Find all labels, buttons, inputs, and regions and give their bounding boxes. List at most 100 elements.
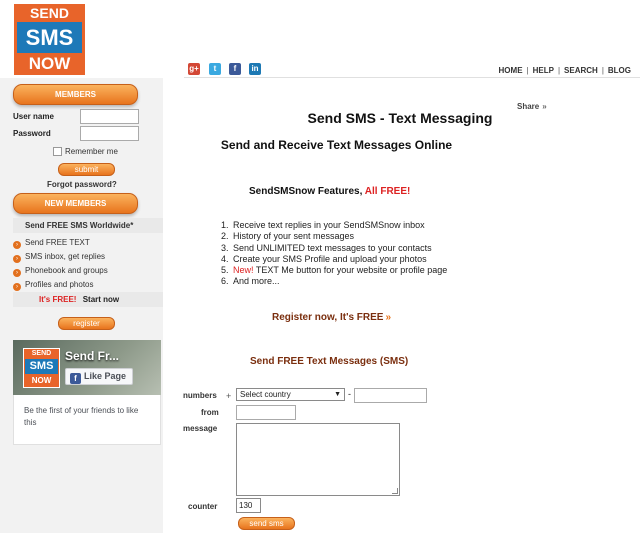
features-heading: SendSMSnow Features, All FREE! [249,186,410,197]
counter-label: counter [188,502,218,511]
fb-logo-line1: SEND [31,350,52,357]
logo-line1: SEND [30,5,69,21]
send-sms-button[interactable]: send sms [238,517,295,530]
feature-text: And more... [233,276,280,287]
linkedin-icon[interactable]: in [249,63,261,75]
sidebar: MEMBERS User name Password Remember me s… [0,78,163,533]
features-list: 1. Receive text replies in your SendSMSno… [221,220,471,288]
top-navigation: HOME | HELP | SEARCH | BLOG [499,66,631,75]
fb-logo-line2: SMS [25,359,58,374]
all-free-text: All FREE! [364,186,411,197]
number-dash: - [348,389,351,399]
send-free-heading: Send FREE Text Messages (SMS) [250,356,409,367]
plus-sign: + [226,391,232,401]
facebook-friends-text: Be the first of your friends to like thi… [13,395,161,445]
feature-item: 3. Send UNLIMITED text messages to your c… [221,243,471,254]
feature-item: 4. Create your SMS Profile and upload you… [221,254,471,265]
remember-me-label: Remember me [65,147,118,156]
facebook-icon[interactable]: f [229,63,241,75]
arrow-bullet-icon: › [13,241,21,249]
submit-button[interactable]: submit [58,163,115,176]
sidebar-feature-label: SMS inbox, get replies [25,252,106,261]
feature-text: New! TEXT Me button for your website or … [233,265,447,276]
sidebar-feature-label: Profiles and photos [25,280,94,289]
arrow-bullet-icon: › [13,255,21,263]
nav-search[interactable]: SEARCH [564,66,598,75]
feature-text: Create your SMS Profile and upload your … [233,253,427,264]
username-label: User name [13,112,54,121]
dropdown-arrow-icon: ▼ [334,391,341,398]
feature-item: 6. And more... [221,276,471,287]
message-textarea[interactable] [236,423,400,496]
remember-me-checkbox[interactable] [53,147,62,156]
page-subtitle: Send and Receive Text Messages Online [220,138,453,152]
country-select[interactable]: Select country ▼ [236,388,345,401]
fb-logo-line3: NOW [31,376,52,385]
feature-text: Receive text replies in your SendSMSnow … [233,220,425,230]
free-start-bar: It's FREE! Start now [13,292,163,307]
feature-item: 1. Receive text replies in your SendSMSno… [221,220,471,231]
sidebar-feature-item[interactable]: › Phonebook and groups [13,266,108,277]
logo[interactable]: SEND SMS NOW [14,4,85,75]
resize-grip-icon[interactable] [392,488,398,494]
sidebar-feature-label: Send FREE TEXT [25,238,90,247]
register-now-label: Register now, It's FREE [272,312,384,323]
feature-number: 5. [221,265,229,276]
start-now-link[interactable]: Start now [83,295,119,304]
sidebar-feature-item[interactable]: › Send FREE TEXT [13,238,90,249]
from-input[interactable] [236,405,296,420]
nav-blog[interactable]: BLOG [608,66,631,75]
feature-number: 4. [221,253,229,264]
facebook-page-logo[interactable]: SEND SMS NOW [23,348,60,388]
register-now-link[interactable]: Register now, It's FREE» [272,312,391,323]
nav-home[interactable]: HOME [499,66,523,75]
register-arrow-icon: » [385,312,392,323]
twitter-icon[interactable]: t [209,63,221,75]
nav-help[interactable]: HELP [533,66,554,75]
worldwide-heading: Send FREE SMS Worldwide* [13,218,163,233]
from-label: from [201,408,219,417]
feature-text: Send UNLIMITED text messages to your con… [233,242,432,253]
username-input[interactable] [80,109,139,124]
feature-text-rest: TEXT Me button for your website or profi… [253,265,448,276]
its-free-label: It's FREE! [39,295,77,304]
new-badge: New! [233,265,254,276]
new-members-header-button[interactable]: NEW MEMBERS [13,193,138,214]
logo-line2: SMS [17,22,82,53]
nav-separator: | [526,66,529,75]
sidebar-feature-item[interactable]: › Profiles and photos [13,280,94,291]
like-page-label: Like Page [84,371,127,381]
feature-number: 1. [221,220,229,230]
feature-number: 3. [221,242,229,253]
feature-item: 5. New! TEXT Me button for your website o… [221,265,471,276]
sidebar-feature-item[interactable]: › SMS inbox, get replies [13,252,105,263]
header-divider [184,77,640,78]
nav-separator: | [557,66,561,75]
facebook-like-page-button[interactable]: f Like Page [65,368,133,385]
forgot-password-link[interactable]: Forgot password? [47,180,117,189]
feature-number: 6. [221,276,229,287]
google-plus-icon[interactable]: g+ [188,63,200,75]
sidebar-feature-label: Phonebook and groups [25,266,108,275]
nav-separator: | [601,66,604,75]
feature-item: 2. History of your sent messages [221,231,471,242]
phone-number-input[interactable] [354,388,427,403]
password-input[interactable] [80,126,139,141]
feature-number: 2. [221,231,229,242]
members-header-button[interactable]: MEMBERS [13,84,138,105]
numbers-label: numbers [183,391,217,400]
feature-text: History of your sent messages [233,231,355,242]
features-heading-text: SendSMSnow Features, [249,186,363,197]
arrow-bullet-icon: › [13,269,21,277]
logo-line3: NOW [28,54,71,73]
register-button[interactable]: register [58,317,115,330]
message-label: message [183,424,218,433]
password-label: Password [13,129,51,138]
facebook-page-widget: SEND SMS NOW Send Fr... f Like Page Be th… [13,340,161,445]
facebook-icon: f [70,373,81,384]
country-select-value: Select country [240,390,291,399]
facebook-page-name[interactable]: Send Fr... [65,349,119,363]
page-title: Send SMS - Text Messaging [307,110,493,126]
arrow-bullet-icon: › [13,283,21,291]
counter-field: 130 [236,498,261,513]
